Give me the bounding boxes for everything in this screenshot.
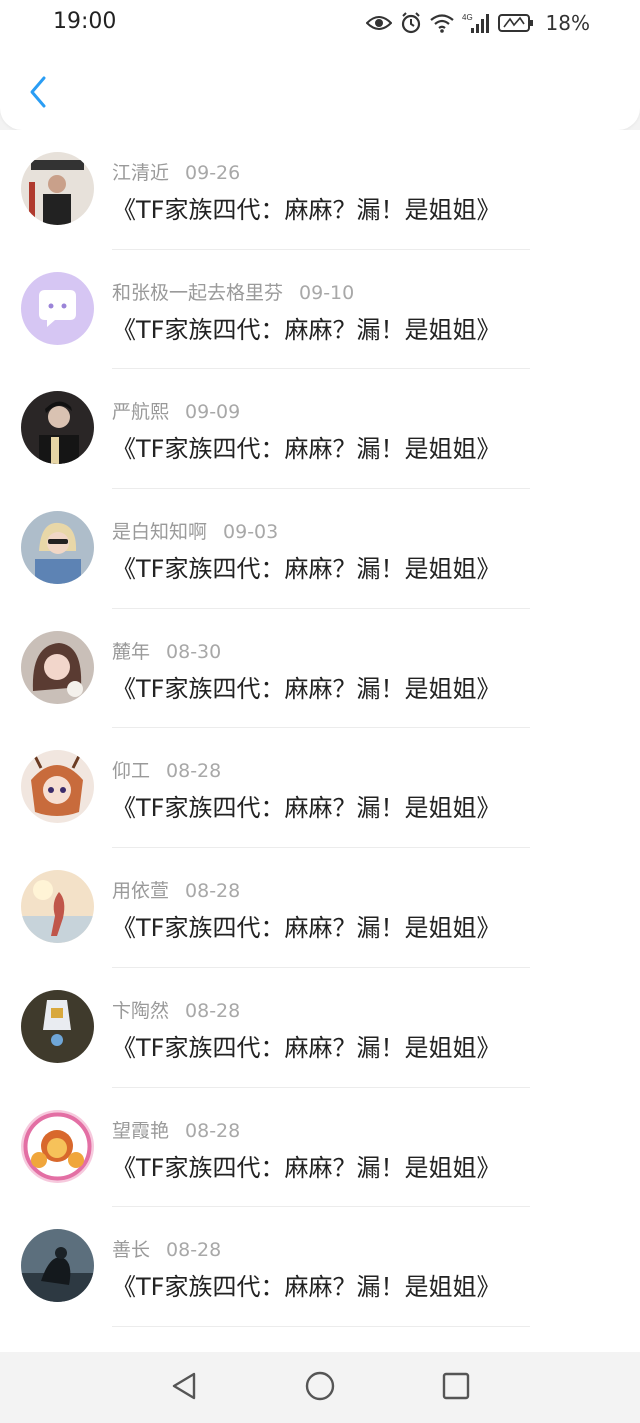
comment-date: 08-28 xyxy=(185,880,241,903)
username[interactable]: 仰工 xyxy=(112,760,150,782)
network-label: 4G xyxy=(462,13,473,22)
comment-date: 09-26 xyxy=(185,162,241,184)
avatar[interactable] xyxy=(21,870,94,944)
comment-meta: 卞陶然 08-28 xyxy=(112,996,240,1023)
avatar[interactable] xyxy=(21,1229,94,1303)
comment-meta: 严航熙 09-09 xyxy=(112,397,240,424)
recents-square-icon xyxy=(442,1372,470,1404)
comment-meta: 仰工 08-28 xyxy=(112,756,221,783)
comment-meta: 麓年 08-30 xyxy=(112,637,221,664)
comment-meta: 江清近 09-26 xyxy=(112,158,240,185)
comment-title[interactable]: 《TF家族四代：麻麻？漏！是姐姐》 xyxy=(112,669,500,704)
comment-date: 08-28 xyxy=(166,760,222,783)
top-app-bar: 19:00 4G 18% xyxy=(0,0,640,130)
list-item[interactable]: 麓年 08-30 《TF家族四代：麻麻？漏！是姐姐》 xyxy=(0,609,640,729)
username[interactable]: 严航熙 xyxy=(112,401,169,423)
nav-home-button[interactable] xyxy=(298,1366,342,1410)
chevron-left-icon xyxy=(27,75,49,113)
status-time: 19:00 xyxy=(53,9,117,34)
signal-4g-icon: 4G xyxy=(462,12,490,34)
comment-date: 08-28 xyxy=(185,1119,241,1142)
list-item[interactable]: 和张极一起去格里芬 09-10 《TF家族四代：麻麻？漏！是姐姐》 xyxy=(0,250,640,370)
battery-icon xyxy=(497,13,534,33)
comment-title[interactable]: 《TF家族四代：麻麻？漏！是姐姐》 xyxy=(112,429,500,464)
comment-list: 江清近 09-26 《TF家族四代：麻麻？漏！是姐姐》 和张极一起去格里芬 09-1… xyxy=(0,130,640,1352)
username[interactable]: 江清近 xyxy=(112,162,169,184)
comment-meta: 望霞艳 08-28 xyxy=(112,1116,240,1143)
list-item[interactable]: 仰工 08-28 《TF家族四代：麻麻？漏！是姐姐》 xyxy=(0,728,640,849)
username[interactable]: 是白知知啊 xyxy=(112,521,207,543)
avatar[interactable] xyxy=(21,989,94,1063)
home-circle-icon xyxy=(304,1370,336,1406)
back-button[interactable] xyxy=(20,74,56,114)
list-item[interactable]: 善长 08-28 《TF家族四代：麻麻？漏！是姐姐》 xyxy=(0,1207,640,1327)
list-item[interactable]: 是白知知啊 09-03 《TF家族四代：麻麻？漏！是姐姐》 xyxy=(0,489,640,609)
avatar[interactable] xyxy=(21,750,94,824)
comment-date: 08-28 xyxy=(185,999,241,1022)
nav-back-button[interactable] xyxy=(162,1366,206,1410)
avatar[interactable] xyxy=(21,511,94,585)
avatar[interactable] xyxy=(21,1109,94,1183)
system-nav-bar xyxy=(0,1352,640,1423)
list-item[interactable]: 望霞艳 08-28 《TF家族四代：麻麻？漏！是姐姐》 xyxy=(0,1088,640,1208)
comment-title[interactable]: 《TF家族四代：麻麻？漏！是姐姐》 xyxy=(112,190,500,225)
avatar[interactable] xyxy=(21,630,94,704)
list-item[interactable]: 严航熙 09-09 《TF家族四代：麻麻？漏！是姐姐》 xyxy=(0,369,640,490)
comment-date: 09-10 xyxy=(299,281,355,304)
status-bar: 19:00 4G 18% xyxy=(0,0,640,48)
comment-title[interactable]: 《TF家族四代：麻麻？漏！是姐姐》 xyxy=(112,549,500,584)
divider xyxy=(112,1325,530,1327)
comment-title[interactable]: 《TF家族四代：麻麻？漏！是姐姐》 xyxy=(112,908,500,943)
comment-title[interactable]: 《TF家族四代：麻麻？漏！是姐姐》 xyxy=(112,1267,500,1302)
comment-meta: 是白知知啊 09-03 xyxy=(112,517,278,544)
username[interactable]: 麓年 xyxy=(112,641,150,663)
username[interactable]: 望霞艳 xyxy=(112,1120,169,1142)
wifi-icon xyxy=(429,13,454,33)
username[interactable]: 用依萱 xyxy=(112,880,169,902)
battery-percent: 18% xyxy=(545,11,590,35)
comment-meta: 善长 08-28 xyxy=(112,1235,221,1262)
avatar[interactable] xyxy=(21,391,94,465)
avatar[interactable] xyxy=(21,271,94,345)
comment-date: 08-28 xyxy=(166,1239,222,1262)
back-triangle-icon xyxy=(170,1371,198,1405)
comment-date: 09-09 xyxy=(185,401,241,424)
comment-title[interactable]: 《TF家族四代：麻麻？漏！是姐姐》 xyxy=(112,1148,500,1183)
comment-meta: 用依萱 08-28 xyxy=(112,876,240,903)
comment-meta: 和张极一起去格里芬 09-10 xyxy=(112,278,354,305)
username[interactable]: 卞陶然 xyxy=(112,1000,169,1022)
comment-date: 08-30 xyxy=(166,640,222,663)
comment-date: 09-03 xyxy=(223,521,279,544)
status-icons: 4G 18% xyxy=(365,8,590,38)
list-item[interactable]: 卞陶然 08-28 《TF家族四代：麻麻？漏！是姐姐》 xyxy=(0,968,640,1088)
list-item[interactable]: 用依萱 08-28 《TF家族四代：麻麻？漏！是姐姐》 xyxy=(0,848,640,968)
username[interactable]: 和张极一起去格里芬 xyxy=(112,282,283,304)
avatar[interactable] xyxy=(21,152,94,225)
nav-recents-button[interactable] xyxy=(434,1366,478,1410)
list-item[interactable]: 江清近 09-26 《TF家族四代：麻麻？漏！是姐姐》 xyxy=(0,130,640,250)
comment-title[interactable]: 《TF家族四代：麻麻？漏！是姐姐》 xyxy=(112,1028,500,1063)
comment-title[interactable]: 《TF家族四代：麻麻？漏！是姐姐》 xyxy=(112,310,500,345)
alarm-icon xyxy=(400,12,422,34)
eye-icon xyxy=(365,14,392,32)
comment-title[interactable]: 《TF家族四代：麻麻？漏！是姐姐》 xyxy=(112,788,500,823)
username[interactable]: 善长 xyxy=(112,1239,150,1261)
